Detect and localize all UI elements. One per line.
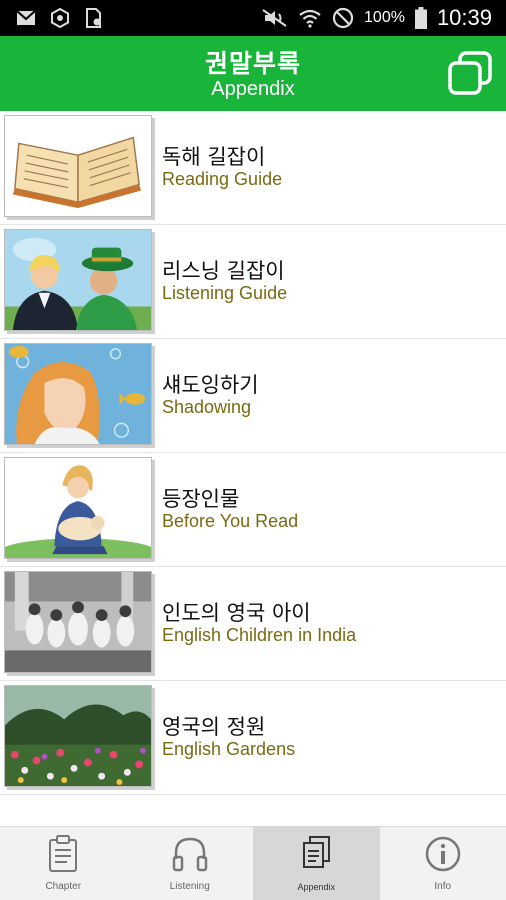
item-subtitle: Shadowing	[162, 397, 252, 417]
item-subtitle: Reading Guide	[162, 169, 283, 189]
nav-listening[interactable]: Listening	[127, 827, 254, 900]
mute-icon	[262, 8, 288, 28]
copy-pages-icon[interactable]	[446, 50, 494, 98]
item-title: 섀도잉하기	[162, 373, 259, 397]
item-title: 독해 길잡이	[162, 145, 266, 169]
info-icon	[424, 835, 462, 877]
open-book-illustration	[4, 115, 152, 217]
network-icon	[50, 8, 70, 28]
historical-photo	[4, 571, 152, 673]
item-title: 리스닝 길잡이	[162, 259, 285, 283]
item-subtitle: English Gardens	[162, 739, 296, 759]
nav-chapter[interactable]: Chapter	[0, 827, 127, 900]
bottom-navigation: Chapter Listening Appendix Info	[0, 826, 506, 900]
girl-with-fish-illustration	[4, 343, 152, 445]
nav-label: Chapter	[45, 881, 82, 892]
item-subtitle: Listening Guide	[162, 283, 288, 303]
nav-appendix[interactable]: Appendix	[253, 827, 380, 900]
item-title: 등장인물	[162, 487, 240, 511]
nav-label: Info	[434, 881, 452, 892]
do-not-disturb-icon	[332, 7, 354, 29]
clock: 10:39	[436, 5, 492, 30]
nav-label: Listening	[169, 881, 210, 892]
battery-icon	[414, 7, 427, 29]
garden-photo	[4, 685, 152, 787]
pages-icon	[301, 835, 331, 873]
list-item-listening-guide[interactable]: 리스닝 길잡이 Listening Guide	[0, 225, 506, 339]
list-item-before-you-read[interactable]: 등장인물 Before You Read	[0, 453, 506, 567]
item-subtitle: English Children in India	[162, 625, 357, 645]
sim-card-icon	[84, 8, 104, 28]
battery-percent: 100%	[364, 9, 405, 26]
app-header: 권말부록 Appendix	[0, 36, 506, 111]
list-item-english-gardens[interactable]: 영국의 정원 English Gardens	[0, 681, 506, 795]
status-bar: 100% 10:39	[0, 0, 506, 36]
nav-info[interactable]: Info	[380, 827, 506, 900]
headphones-icon	[171, 835, 209, 877]
appendix-list: 독해 길잡이 Reading Guide 리스닝 길잡이 Listening G…	[0, 111, 506, 795]
two-boys-illustration	[4, 229, 152, 331]
page-subtitle: Appendix	[211, 78, 295, 100]
mail-icon	[16, 10, 36, 26]
nav-label: Appendix	[297, 882, 336, 892]
list-item-english-children-in-india[interactable]: 인도의 영국 아이 English Children in India	[0, 567, 506, 681]
item-subtitle: Before You Read	[162, 511, 299, 531]
list-item-shadowing[interactable]: 섀도잉하기 Shadowing	[0, 339, 506, 453]
item-title: 영국의 정원	[162, 715, 266, 739]
clipboard-icon	[48, 835, 78, 877]
girl-with-lamb-illustration	[4, 457, 152, 559]
wifi-icon	[298, 8, 322, 28]
list-item-reading-guide[interactable]: 독해 길잡이 Reading Guide	[0, 111, 506, 225]
item-title: 인도의 영국 아이	[162, 601, 311, 625]
page-title: 권말부록	[204, 49, 301, 78]
